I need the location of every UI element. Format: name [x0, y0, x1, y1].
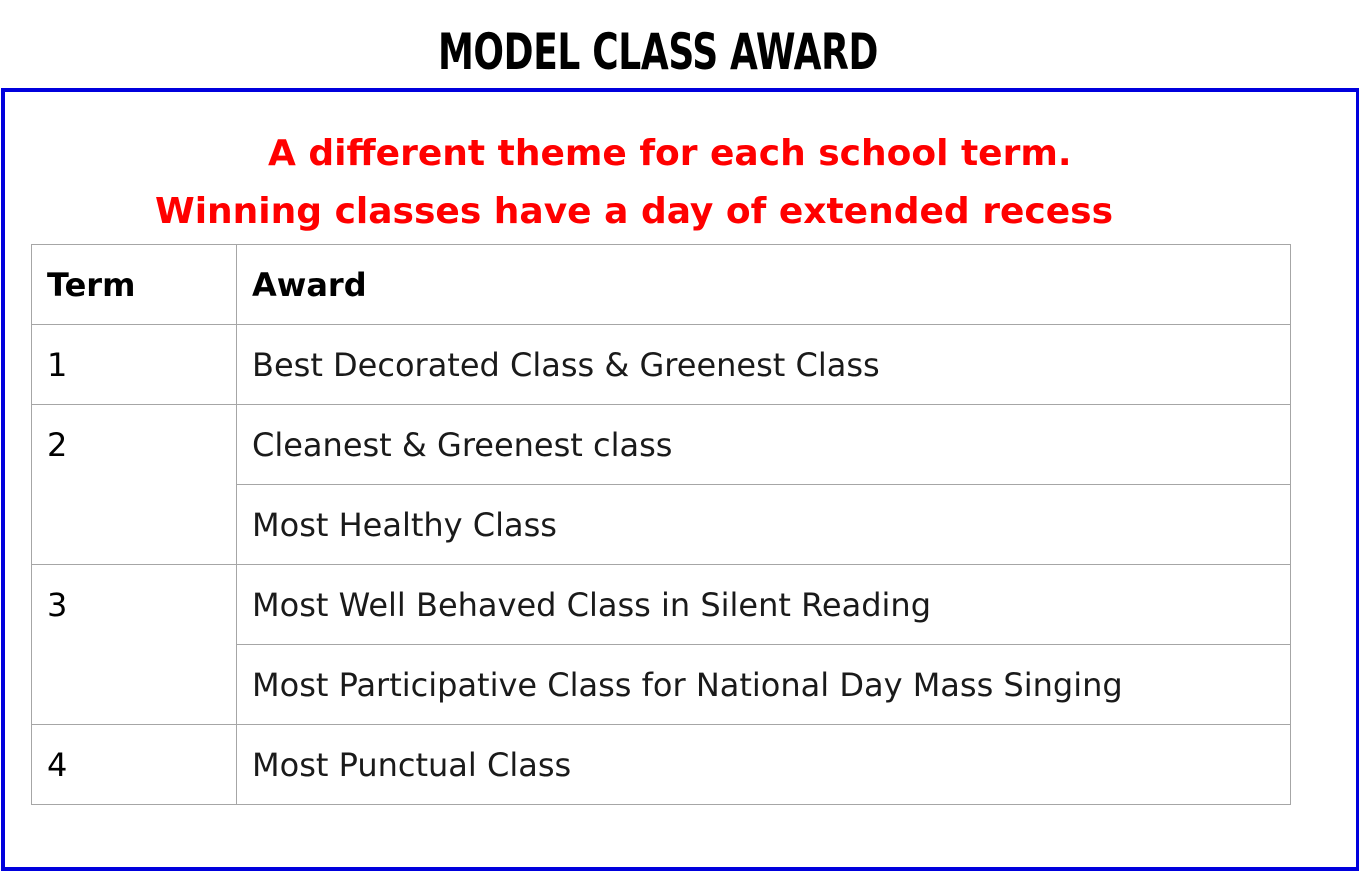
award-cell: Most Healthy Class [236, 484, 1291, 565]
award-cell: Most Participative Class for National Da… [236, 644, 1291, 725]
term-cell: 1 [31, 324, 237, 405]
column-header-award: Award [236, 244, 1291, 325]
subtitle-line-2: Winning classes have a day of extended r… [155, 191, 1113, 232]
term-cell: 2 [31, 404, 237, 565]
award-cell: Most Punctual Class [236, 724, 1291, 805]
award-cell: Most Well Behaved Class in Silent Readin… [236, 564, 1291, 645]
award-table: Term Award 1 Best Decorated Class & Gree… [31, 244, 1291, 805]
term-cell: 4 [31, 724, 237, 805]
award-cell: Best Decorated Class & Greenest Class [236, 324, 1291, 405]
table-header-row: Term Award [31, 244, 1291, 325]
page-title: MODEL CLASS AWARD [437, 23, 879, 81]
table-row: 2 Cleanest & Greenest class [31, 404, 1291, 565]
award-cell: Cleanest & Greenest class [236, 404, 1291, 485]
term-cell: 3 [31, 564, 237, 725]
column-header-term: Term [31, 244, 237, 325]
table-row: 4 Most Punctual Class [31, 724, 1291, 805]
table-row: 1 Best Decorated Class & Greenest Class [31, 324, 1291, 405]
subtitle-line-1: A different theme for each school term. [268, 133, 1072, 174]
table-row: 3 Most Well Behaved Class in Silent Read… [31, 564, 1291, 725]
